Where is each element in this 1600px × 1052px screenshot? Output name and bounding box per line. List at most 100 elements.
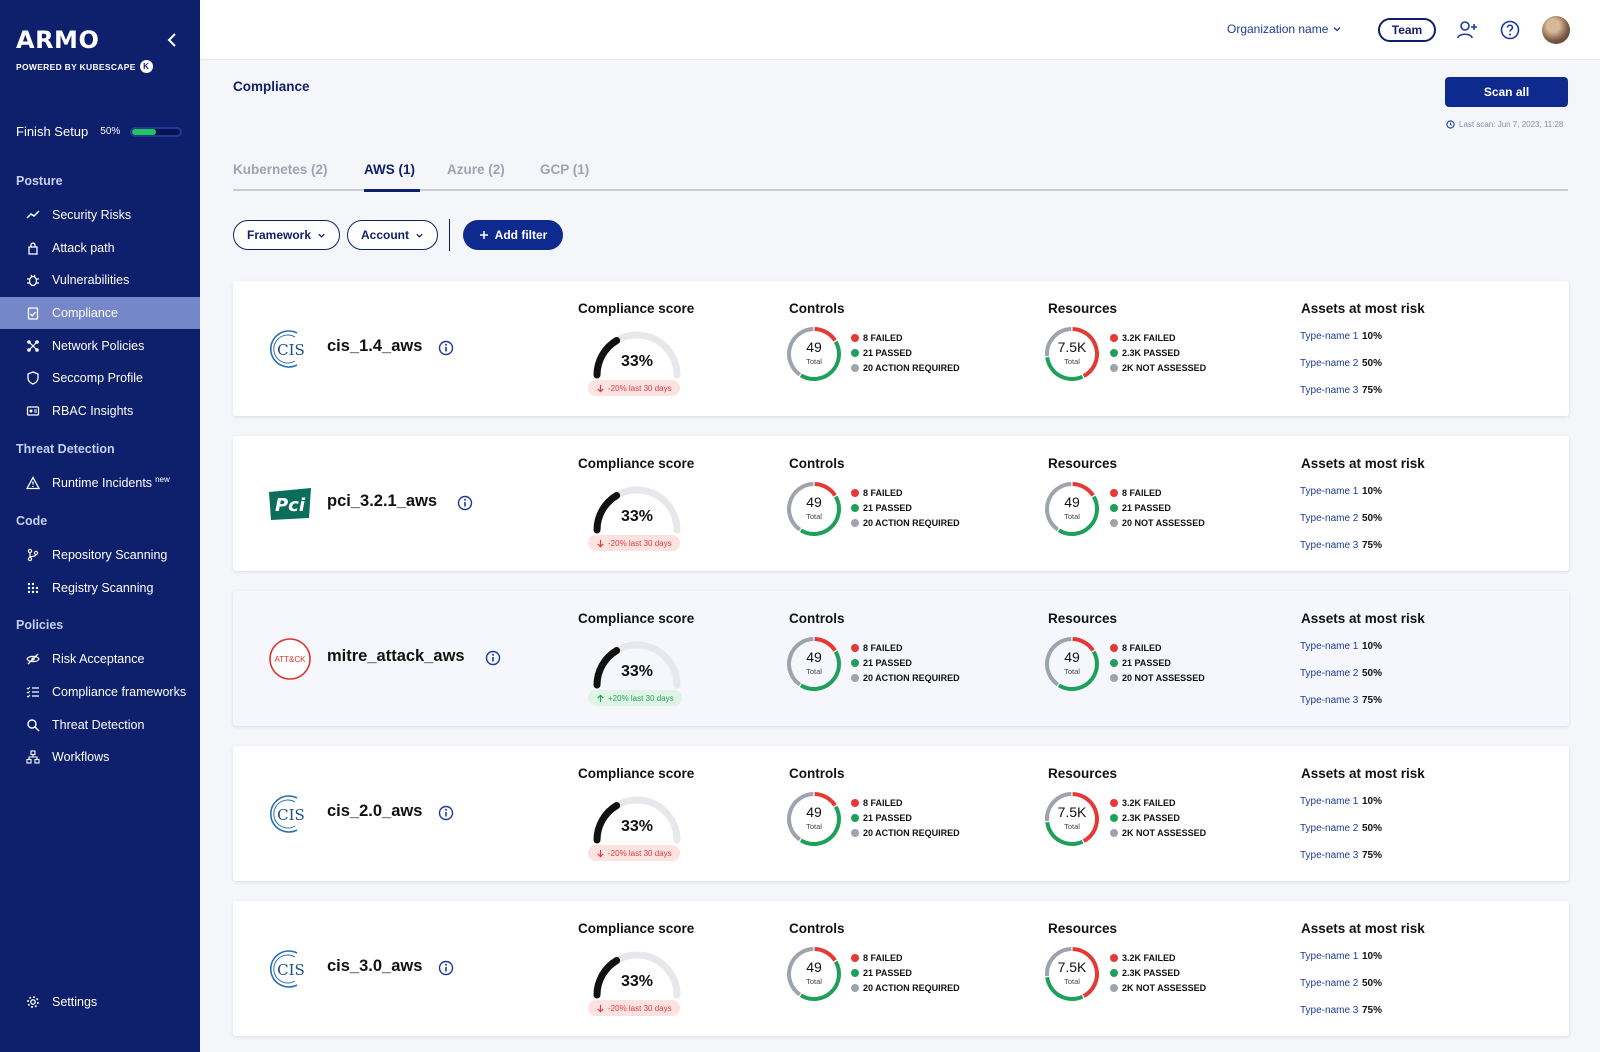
framework-filter-label: Framework xyxy=(247,228,312,242)
legend-failed: 8 FAILED xyxy=(851,330,960,345)
armo-logo: ARMO xyxy=(16,26,100,54)
trend-badge: -20% last 30 days xyxy=(588,1000,680,1016)
scan-all-button[interactable]: Scan all xyxy=(1445,77,1568,107)
controls-other-text: 20 ACTION REQUIRED xyxy=(863,362,960,373)
passed-dot xyxy=(851,503,859,512)
tab-kubernetes[interactable]: Kubernetes (2) xyxy=(233,162,328,177)
sidebar-item-compliance[interactable]: Compliance xyxy=(0,297,200,329)
asset-type-link[interactable]: Type-name 2 xyxy=(1300,823,1362,834)
organization-selector[interactable]: Organization name xyxy=(1227,22,1342,36)
tab-gcp[interactable]: GCP (1) xyxy=(540,162,589,177)
sidebar-item-threat-detection[interactable]: Threat Detection xyxy=(0,709,200,741)
controls-donut: 49 Total xyxy=(785,325,843,383)
info-icon[interactable] xyxy=(438,960,454,976)
resources-total-label: Total xyxy=(1064,512,1080,521)
info-icon[interactable] xyxy=(438,805,454,821)
asset-type-link[interactable]: Type-name 1 xyxy=(1300,486,1362,497)
controls-other-text: 20 ACTION REQUIRED xyxy=(863,672,960,683)
framework-card-cis_1.4_aws[interactable]: CIS cis_1.4_aws Compliance score 33% -20… xyxy=(233,281,1569,416)
failed-dot xyxy=(1110,333,1118,342)
sidebar-item-seccomp-profile[interactable]: Seccomp Profile xyxy=(0,362,200,394)
resources-total-value: 7.5K xyxy=(1057,339,1087,355)
info-icon[interactable] xyxy=(485,650,501,666)
passed-dot xyxy=(1110,968,1118,977)
collapse-sidebar-button[interactable] xyxy=(164,30,180,50)
passed-dot xyxy=(851,348,859,357)
asset-row: Type-name 1 10% xyxy=(1300,943,1382,970)
sidebar-item-runtime-incidents[interactable]: Runtime Incidents new xyxy=(0,467,200,499)
framework-card-mitre_attack_aws[interactable]: ATT&CK mitre_attack_aws Compliance score… xyxy=(233,591,1569,726)
asset-type-link[interactable]: Type-name 2 xyxy=(1300,358,1362,369)
controls-legend: 8 FAILED 21 PASSED 20 ACTION REQUIRED xyxy=(851,640,960,685)
controls-legend: 8 FAILED 21 PASSED 20 ACTION REQUIRED xyxy=(851,795,960,840)
controls-total-value: 49 xyxy=(806,959,822,975)
add-user-icon[interactable] xyxy=(1456,19,1478,41)
resources-heading: Resources xyxy=(1048,766,1118,781)
sidebar-item-security-risks[interactable]: Security Risks xyxy=(0,199,200,231)
info-icon[interactable] xyxy=(457,495,473,511)
sidebar-item-label: Network Policies xyxy=(52,339,145,353)
framework-card-cis_3.0_aws[interactable]: CIS cis_3.0_aws Compliance score 33% -20… xyxy=(233,901,1569,1036)
sidebar-item-workflows[interactable]: Workflows xyxy=(0,741,200,773)
sidebar-item-risk-acceptance[interactable]: Risk Acceptance xyxy=(0,643,200,675)
asset-type-link[interactable]: Type-name 1 xyxy=(1300,951,1362,962)
resources-heading: Resources xyxy=(1048,301,1118,316)
asset-type-link[interactable]: Type-name 3 xyxy=(1300,850,1362,861)
controls-failed-text: 8 FAILED xyxy=(863,642,903,653)
controls-donut: 49 Total xyxy=(785,635,843,693)
framework-name: mitre_attack_aws xyxy=(327,647,465,665)
sidebar-item-vulnerabilities[interactable]: Vulnerabilities xyxy=(0,264,200,296)
tab-azure[interactable]: Azure (2) xyxy=(447,162,505,177)
controls-passed-text: 21 PASSED xyxy=(863,812,912,823)
legend-other: 2K NOT ASSESSED xyxy=(1110,360,1206,375)
other-dot xyxy=(851,363,859,372)
asset-row: Type-name 3 75% xyxy=(1300,532,1382,559)
asset-type-link[interactable]: Type-name 3 xyxy=(1300,385,1362,396)
sidebar-item-compliance-frameworks[interactable]: Compliance frameworks xyxy=(0,676,200,708)
framework-filter[interactable]: Framework xyxy=(233,220,341,250)
resources-legend: 3.2K FAILED 2.3K PASSED 2K NOT ASSESSED xyxy=(1110,330,1206,375)
sidebar-item-settings[interactable]: Settings xyxy=(0,986,200,1018)
add-filter-button[interactable]: Add filter xyxy=(463,220,563,250)
sidebar-item-rbac-insights[interactable]: RBAC Insights xyxy=(0,395,200,427)
last-scan-text: Last scan: Jun 7, 2023, 11:28 xyxy=(1459,120,1564,129)
finish-setup[interactable]: Finish Setup 50% xyxy=(16,124,183,139)
trend-arrow-icon xyxy=(597,539,604,547)
info-icon[interactable] xyxy=(438,340,454,356)
asset-type-link[interactable]: Type-name 3 xyxy=(1300,695,1362,706)
compliance-score-heading: Compliance score xyxy=(578,611,695,626)
asset-type-link[interactable]: Type-name 1 xyxy=(1300,796,1362,807)
user-avatar[interactable] xyxy=(1542,16,1570,44)
asset-type-link[interactable]: Type-name 2 xyxy=(1300,978,1362,989)
asset-type-link[interactable]: Type-name 1 xyxy=(1300,331,1362,342)
sidebar-item-registry-scanning[interactable]: Registry Scanning xyxy=(0,572,200,604)
asset-type-link[interactable]: Type-name 2 xyxy=(1300,513,1362,524)
asset-type-link[interactable]: Type-name 3 xyxy=(1300,540,1362,551)
asset-type-link[interactable]: Type-name 3 xyxy=(1300,1005,1362,1016)
tab-aws[interactable]: AWS (1) xyxy=(364,162,415,177)
sidebar-item-attack-path[interactable]: Attack path xyxy=(0,232,200,264)
asset-type-link[interactable]: Type-name 2 xyxy=(1300,668,1362,679)
controls-other-text: 20 ACTION REQUIRED xyxy=(863,827,960,838)
resources-total-value: 7.5K xyxy=(1057,959,1087,975)
framework-card-cis_2.0_aws[interactable]: CIS cis_2.0_aws Compliance score 33% -20… xyxy=(233,746,1569,881)
legend-passed: 2.3K PASSED xyxy=(1110,345,1206,360)
help-icon[interactable] xyxy=(1499,19,1521,41)
sidebar-item-repository-scanning[interactable]: Repository Scanning xyxy=(0,539,200,571)
framework-card-pci_3.2.1_aws[interactable]: Pci pci_3.2.1_aws Compliance score 33% -… xyxy=(233,436,1569,571)
passed-dot xyxy=(1110,348,1118,357)
controls-heading: Controls xyxy=(789,611,845,626)
account-filter[interactable]: Account xyxy=(347,220,438,250)
resources-total-value: 7.5K xyxy=(1057,804,1087,820)
sidebar-item-network-policies[interactable]: Network Policies xyxy=(0,330,200,362)
asset-row: Type-name 1 10% xyxy=(1300,788,1382,815)
asset-type-link[interactable]: Type-name 1 xyxy=(1300,641,1362,652)
page-title: Compliance xyxy=(233,79,310,94)
network-icon xyxy=(26,339,40,353)
failed-dot xyxy=(1110,488,1118,497)
legend-passed: 21 PASSED xyxy=(851,965,960,980)
legend-passed: 21 PASSED xyxy=(1110,655,1205,670)
resources-failed-text: 8 FAILED xyxy=(1122,487,1162,498)
controls-donut: 49 Total xyxy=(785,945,843,1003)
team-button[interactable]: Team xyxy=(1378,18,1436,42)
